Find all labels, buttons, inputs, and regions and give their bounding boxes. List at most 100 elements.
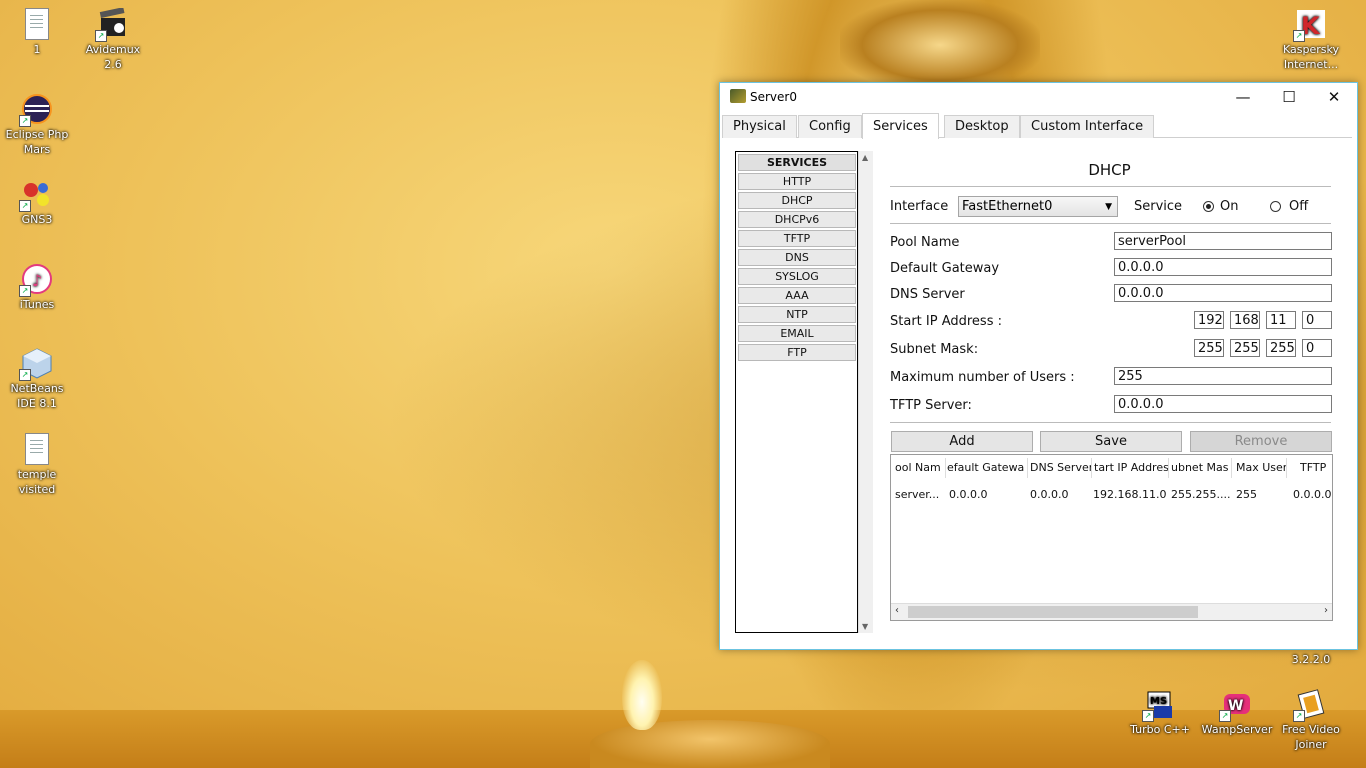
wallpaper-flame [622, 660, 662, 730]
start-ip-octet-3[interactable]: 11 [1266, 311, 1296, 329]
dns-server-field[interactable]: 0.0.0.0 [1114, 284, 1332, 302]
desktop-icon-turbo-cpp[interactable]: MS ↗ Turbo C++ [1123, 688, 1197, 737]
desktop-icon-eclipse[interactable]: ↗ Eclipse Php Mars [0, 93, 74, 157]
desktop-icon-label: iTunes [19, 298, 55, 311]
column-header[interactable]: tart IP Addres [1094, 461, 1168, 474]
maximize-button[interactable]: ☐ [1266, 83, 1312, 111]
service-on-label: On [1220, 199, 1239, 214]
desktop-icon-label: WampServer [1201, 723, 1273, 736]
interface-value: FastEthernet0 [962, 199, 1053, 214]
max-users-label: Maximum number of Users : [890, 370, 1075, 385]
window-titlebar[interactable]: Server0 — ☐ ✕ [720, 83, 1357, 111]
remove-button[interactable]: Remove [1190, 431, 1332, 452]
desktop-icon-label: GNS3 [21, 213, 53, 226]
subnet-octet-1[interactable]: 255 [1194, 339, 1224, 357]
table-cell[interactable]: 255.255.... [1171, 488, 1231, 501]
start-ip-octet-2[interactable]: 168 [1230, 311, 1260, 329]
server-window: Server0 — ☐ ✕ Physical Config Services D… [719, 82, 1358, 650]
desktop-icon-file-1[interactable]: 1 [0, 8, 74, 57]
table-cell[interactable]: server... [895, 488, 945, 501]
table-cell[interactable]: 192.168.11.0 [1093, 488, 1167, 501]
service-on-radio[interactable] [1203, 201, 1214, 212]
table-cell[interactable]: 0.0.0.0 [1030, 488, 1091, 501]
minimize-button[interactable]: — [1220, 83, 1266, 111]
scroll-right-icon[interactable]: › [1324, 605, 1328, 616]
desktop-icon-free-video-joiner[interactable]: ↗ Free Video Joiner [1274, 688, 1348, 752]
tab-desktop[interactable]: Desktop [944, 115, 1020, 138]
interface-select[interactable]: FastEthernet0 ▼ [958, 196, 1118, 217]
dns-server-label: DNS Server [890, 287, 965, 302]
desktop-icon-itunes[interactable]: ♪ ↗ iTunes [0, 263, 74, 312]
desktop-icon-netbeans[interactable]: ↗ NetBeans IDE 8.1 [0, 347, 74, 411]
column-separator [1231, 458, 1232, 478]
svg-text:♪: ♪ [32, 271, 42, 290]
table-cell[interactable]: 0.0.0.0 [949, 488, 1027, 501]
desktop-icon-gns3[interactable]: ↗ GNS3 [0, 178, 74, 227]
desktop-icon-label: 1 [33, 43, 41, 56]
service-dhcp[interactable]: DHCP [738, 192, 856, 209]
gateway-field[interactable]: 0.0.0.0 [1114, 258, 1332, 276]
add-button[interactable]: Add [891, 431, 1033, 452]
gns3-icon: ↗ [19, 178, 53, 212]
close-button[interactable]: ✕ [1311, 83, 1357, 111]
interface-label: Interface [890, 199, 949, 214]
subnet-octet-2[interactable]: 255 [1230, 339, 1260, 357]
scroll-left-icon[interactable]: ‹ [895, 605, 899, 616]
max-users-field[interactable]: 255 [1114, 367, 1332, 385]
subnet-octet-4[interactable]: 0 [1302, 339, 1332, 357]
service-dns[interactable]: DNS [738, 249, 856, 266]
desktop-icon-temple-visited[interactable]: temple visited [0, 433, 74, 497]
desktop-icon-label: temple visited [17, 468, 57, 496]
desktop-icon-kaspersky[interactable]: K ↗ Kaspersky Internet... [1274, 8, 1348, 72]
pool-name-label: Pool Name [890, 235, 960, 250]
service-ftp[interactable]: FTP [738, 344, 856, 361]
tab-services[interactable]: Services [862, 113, 939, 139]
start-ip-octet-1[interactable]: 192 [1194, 311, 1224, 329]
tab-custom-interface[interactable]: Custom Interface [1020, 115, 1155, 138]
column-separator [1091, 458, 1092, 478]
version-text: 3.2.2.0 [1274, 652, 1348, 667]
save-button[interactable]: Save [1040, 431, 1182, 452]
column-header[interactable]: DNS Server [1030, 461, 1091, 474]
desktop-icon-avidemux[interactable]: ↗ Avidemux 2.6 [76, 7, 150, 72]
subnet-mask-label: Subnet Mask: [890, 342, 979, 357]
kaspersky-icon: K ↗ [1293, 8, 1327, 42]
table-cell[interactable]: 255 [1236, 488, 1286, 501]
subnet-octet-3[interactable]: 255 [1266, 339, 1296, 357]
desktop-icon-label: Free Video Joiner [1282, 723, 1340, 751]
column-separator [1286, 458, 1287, 478]
tab-physical[interactable]: Physical [722, 115, 797, 138]
desktop-icon-wampserver[interactable]: W ↗ WampServer [1200, 688, 1274, 737]
table-cell[interactable]: 0.0.0.0 [1293, 488, 1331, 501]
scroll-down-icon[interactable]: ▼ [862, 622, 868, 631]
dhcp-title: DHCP [1088, 161, 1131, 179]
server-icon [730, 89, 746, 103]
pool-name-field[interactable]: serverPool [1114, 232, 1332, 250]
service-tftp[interactable]: TFTP [738, 230, 856, 247]
tab-config[interactable]: Config [798, 115, 862, 138]
column-header[interactable]: ool Nam [895, 461, 945, 474]
service-aaa[interactable]: AAA [738, 287, 856, 304]
dropdown-arrow-icon: ▼ [1105, 202, 1112, 212]
tftp-server-field[interactable]: 0.0.0.0 [1114, 395, 1332, 413]
services-header: SERVICES [738, 154, 856, 171]
table-horizontal-scrollbar[interactable]: ‹ › [891, 603, 1332, 620]
service-ntp[interactable]: NTP [738, 306, 856, 323]
service-email[interactable]: EMAIL [738, 325, 856, 342]
service-off-radio[interactable] [1270, 201, 1281, 212]
start-ip-octet-4[interactable]: 0 [1302, 311, 1332, 329]
wampserver-icon: W ↗ [1219, 688, 1253, 722]
column-header[interactable]: efault Gatewa [947, 461, 1027, 474]
column-header[interactable]: Max User [1236, 461, 1286, 474]
column-header[interactable]: ubnet Mas [1171, 461, 1231, 474]
scrollbar-thumb[interactable] [908, 606, 1198, 618]
services-scrollbar[interactable]: ▲ ▼ [858, 151, 873, 633]
service-http[interactable]: HTTP [738, 173, 856, 190]
service-syslog[interactable]: SYSLOG [738, 268, 856, 285]
divider [890, 186, 1331, 187]
scroll-up-icon[interactable]: ▲ [862, 153, 868, 162]
column-header[interactable]: TFTP [1300, 461, 1330, 474]
desktop-icon-label: Turbo C++ [1130, 723, 1190, 736]
service-dhcpv6[interactable]: DHCPv6 [738, 211, 856, 228]
pool-table: ool Nam efault Gatewa DNS Server tart IP… [890, 454, 1333, 621]
